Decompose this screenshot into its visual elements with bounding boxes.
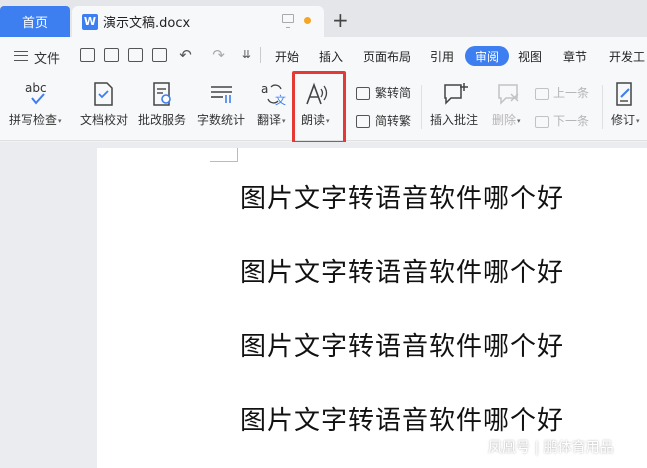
document-title: 演示文稿.docx [103,16,191,31]
trad-to-simp-label: 繁转简 [375,86,412,100]
tab-bar: 首页 W 演示文稿.docx + [0,0,647,37]
track-changes-label: 修订 [611,113,636,127]
doc-proof-label: 文档校对 [80,113,129,127]
watermark-text: 凤凰号 | 鹏体育用品 [488,440,614,456]
monitor-icon[interactable] [282,14,294,28]
track-changes-caret-icon[interactable]: ▾ [636,117,640,125]
review-ribbon: abc 拼写检查▾ 文档校对 批改服务 字数统计 a 文 翻译▾ 朗读▾ 繁转简… [0,71,647,144]
delete-caret-icon[interactable]: ▾ [517,117,521,125]
translate-label: 翻译 [257,113,282,127]
document-page[interactable]: 图片文字转语音软件哪个好 图片文字转语音软件哪个好 图片文字转语音软件哪个好 图… [97,148,647,468]
document-line[interactable]: 图片文字转语音软件哪个好 [240,326,564,363]
more-commands-icon[interactable]: ⇊ [239,48,254,62]
hamburger-menu-icon[interactable] [14,51,28,61]
svg-text:abc: abc [25,81,47,95]
translate-caret-icon[interactable]: ▾ [282,117,286,125]
save-as-icon[interactable] [104,48,119,62]
redo-icon[interactable]: ↷ [211,48,226,63]
tab-sections[interactable]: 章节 [563,48,587,65]
trad-to-simp-button[interactable]: 繁转简 [356,84,411,101]
doc-proof-icon [90,81,118,107]
print-icon[interactable] [128,48,143,62]
simp-to-trad-button[interactable]: 简转繁 [356,112,411,129]
trad-to-simp-icon [356,87,370,100]
next-comment-button[interactable]: 下一条 [535,112,589,129]
track-changes-icon [614,81,638,107]
revise-service-icon [149,81,177,107]
document-line[interactable]: 图片文字转语音软件哪个好 [240,252,564,289]
delete-comment-icon [496,81,524,107]
tab-developer[interactable]: 开发工 [609,48,645,65]
ribbon-separator [602,85,603,129]
simp-to-trad-label: 简转繁 [375,114,412,128]
ribbon-separator [421,85,422,129]
translate-icon: a 文 [260,81,288,107]
menu-separator [260,47,261,63]
word-doc-icon: W [82,13,98,30]
spell-check-caret-icon[interactable]: ▾ [58,117,62,125]
next-comment-label: 下一条 [553,114,590,128]
document-workspace[interactable]: 图片文字转语音软件哪个好 图片文字转语音软件哪个好 图片文字转语音软件哪个好 图… [0,142,647,468]
svg-text:文: 文 [275,93,286,107]
unsaved-dot-icon [304,17,311,24]
tab-start[interactable]: 开始 [275,48,299,65]
tab-home[interactable]: 首页 [0,6,70,37]
page-margin-marker [210,148,238,162]
word-count-label: 字数统计 [197,113,246,127]
read-aloud-highlight [292,71,346,144]
prev-comment-label: 上一条 [553,86,590,100]
next-comment-icon [535,115,549,128]
tab-references[interactable]: 引用 [430,48,454,65]
insert-comment-icon [442,81,470,107]
new-tab-button[interactable]: + [332,10,349,30]
tab-insert[interactable]: 插入 [319,48,343,65]
prev-comment-button[interactable]: 上一条 [535,84,589,101]
document-line[interactable]: 图片文字转语音软件哪个好 [240,400,564,437]
tab-view[interactable]: 视图 [518,48,542,65]
spell-check-icon: abc [24,81,52,107]
save-icon[interactable] [80,48,95,62]
tab-page-layout[interactable]: 页面布局 [363,48,411,65]
document-line[interactable]: 图片文字转语音软件哪个好 [240,178,564,215]
revise-service-label: 批改服务 [138,113,187,127]
print-preview-icon[interactable] [152,48,167,62]
prev-comment-icon [535,87,549,100]
menu-bar: 文件 ↶ ↷ ⇊ 开始 插入 页面布局 引用 审阅 视图 章节 开发工 [0,37,647,71]
insert-comment-label: 插入批注 [430,113,479,127]
tab-review[interactable]: 审阅 [465,46,509,66]
svg-text:a: a [261,82,268,96]
undo-icon[interactable]: ↶ [178,48,193,63]
file-menu[interactable]: 文件 [34,48,60,67]
simp-to-trad-icon [356,115,370,128]
word-count-icon [208,81,236,107]
delete-label: 删除 [492,113,517,127]
spell-check-label: 拼写检查 [9,113,58,127]
